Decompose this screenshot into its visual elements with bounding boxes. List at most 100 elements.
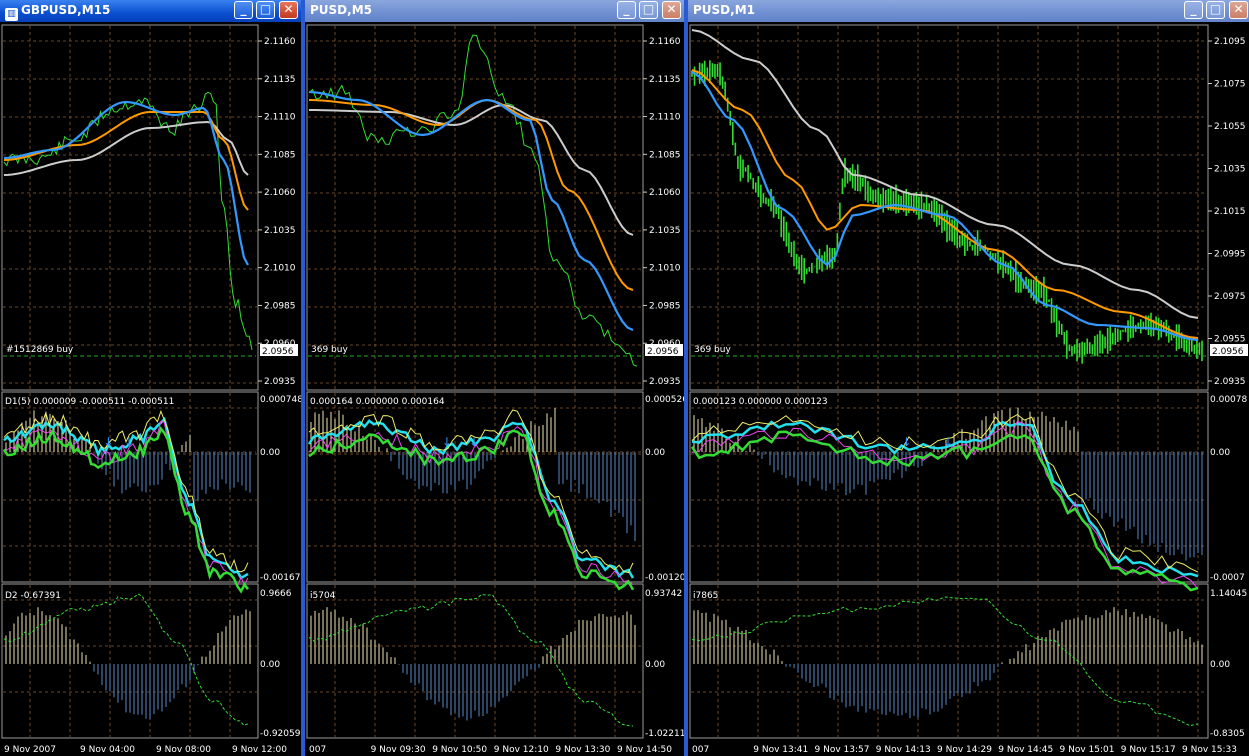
chart-canvas[interactable]: 2.1160 2.1135 2.1110 2.1085 2.1060 2.1035 2.10…	[305, 0, 684, 756]
price-label: 2.0935	[264, 377, 296, 387]
indicator1-scale-top: 0.00078	[1210, 395, 1247, 405]
price-line	[3, 91, 253, 351]
ma-slow-line	[309, 103, 634, 236]
order-label: #1512869 buy	[6, 345, 74, 355]
signal-arrow-icon: ↓	[124, 435, 134, 449]
price-label: 2.0935	[1214, 377, 1246, 387]
ma-slow-line	[3, 120, 249, 176]
time-label: 007	[309, 745, 326, 755]
indicator2-scale-bottom: -1.02211	[645, 729, 684, 739]
time-label: 9 Nov 09:30	[371, 745, 426, 755]
price-label: 2.0985	[264, 301, 296, 311]
current-price-label: 2.0956	[1212, 347, 1244, 357]
price-label: 2.1015	[1214, 207, 1246, 217]
time-label: 9 Nov 14:45	[998, 745, 1053, 755]
oscillator-magenta	[308, 426, 634, 585]
price-label: 2.1075	[1214, 80, 1246, 90]
signal-arrow-icon: ↓	[469, 435, 479, 449]
indicator2-label: i5704	[310, 591, 336, 601]
order-label: 369 buy	[694, 345, 731, 355]
price-label: 2.1085	[264, 150, 296, 160]
price-label: 2.1110	[649, 113, 681, 123]
indicator1-scale-zero: 0.00	[1210, 448, 1230, 458]
indicator1-scale-bottom: -0.00167	[260, 573, 300, 583]
price-label: 2.1055	[1214, 122, 1246, 132]
price-label: 2.1160	[649, 37, 681, 47]
indicator2-scale-top: 0.9666	[260, 589, 292, 599]
ma-fast-line	[3, 100, 249, 266]
price-label: 2.0995	[1214, 250, 1246, 260]
time-label: 9 Nov 14:50	[617, 745, 672, 755]
chart-canvas[interactable]: 2.1095 2.1075 2.1055 2.1035 2.1015 2.0995 2.09…	[688, 0, 1249, 756]
time-label: 9 Nov 12:00	[232, 745, 287, 755]
signal-arrow-icon: ↓	[943, 435, 953, 449]
ma-slow-line	[691, 29, 1199, 319]
price-label: 2.1135	[264, 75, 296, 85]
price-line	[308, 34, 638, 367]
indicator1-scale-top: 0.000748	[260, 395, 301, 405]
ma-fast-line	[308, 90, 634, 332]
signal-arrow-icon: ↓	[442, 435, 452, 449]
time-label: 007	[692, 745, 709, 755]
price-label: 2.1095	[1214, 37, 1246, 47]
price-label: 2.1010	[649, 264, 681, 274]
price-label: 2.0935	[649, 377, 681, 387]
time-label: 9 Nov 14:13	[876, 745, 931, 755]
order-label: 369 buy	[311, 345, 348, 355]
time-label: 9 Nov 08:00	[156, 745, 211, 755]
indicator1-scale-zero: 0.00	[260, 448, 280, 458]
indicator1-scale-bottom: -0.0007	[1210, 573, 1245, 583]
panel-frame	[1, 583, 259, 739]
price-label: 2.1110	[264, 113, 296, 123]
signal-arrow-icon: ↓	[103, 435, 113, 449]
time-label: 9 Nov 15:17	[1121, 745, 1176, 755]
panel-frame	[306, 583, 644, 739]
signal-arrow-icon: ↓	[901, 435, 911, 449]
indicator1-scale-bottom: -0.00120	[645, 573, 684, 583]
price-label: 2.1035	[1214, 165, 1246, 175]
time-label: 9 Nov 13:30	[555, 745, 610, 755]
chart-window-gbpusd-m15[interactable]: ▥ GBPUSD,M15 _ □ ✕ 2.1160 2.1135 2.1110 2.10…	[0, 0, 301, 756]
time-label: 9 Nov 12:10	[494, 745, 549, 755]
time-label: 9 Nov 2007	[4, 745, 56, 755]
indicator1-scale-top: 0.000526	[645, 395, 684, 405]
indicator2-scale-zero: 0.00	[260, 660, 280, 670]
indicator2-label: D2 -0.67391	[5, 591, 61, 601]
price-label: 2.0985	[649, 301, 681, 311]
time-label: 9 Nov 10:50	[432, 745, 487, 755]
time-label: 9 Nov 15:01	[1060, 745, 1115, 755]
price-label: 2.1035	[264, 226, 296, 236]
current-price-label: 2.0956	[647, 347, 679, 357]
chart-canvas[interactable]: 2.1160 2.1135 2.1110 2.1085 2.1060 2.1035 2.10…	[0, 0, 301, 756]
indicator2-scale-zero: 0.00	[1210, 660, 1230, 670]
price-label: 2.1035	[649, 226, 681, 236]
time-label: 9 Nov 13:57	[815, 745, 870, 755]
price-label: 2.1060	[649, 188, 681, 198]
price-label: 2.1135	[649, 75, 681, 85]
indicator2-scale-bottom: -0.92059	[260, 729, 301, 739]
indicator2-scale-zero: 0.00	[645, 660, 665, 670]
price-label: 2.1060	[264, 188, 296, 198]
price-label: 2.1010	[264, 264, 296, 274]
time-label: 9 Nov 13:41	[753, 745, 808, 755]
indicator1-label: 0.000123 0.000000 0.000123	[693, 397, 828, 407]
ma-mid-line	[308, 98, 634, 291]
chart-window-pusd-m5[interactable]: PUSD,M5 _ □ ✕ 2.1160 2.1135 2.1110 2.1085 2.…	[305, 0, 684, 756]
chart-window-pusd-m1[interactable]: PUSD,M1 _ □ ✕ 2.1095 2.1075 2.1055 2.1035 2.…	[688, 0, 1249, 756]
indicator2-scale-top: 1.14045	[1210, 589, 1247, 599]
time-label: 9 Nov 14:29	[937, 745, 992, 755]
panel-frame	[1, 24, 259, 391]
indicator1-scale-zero: 0.00	[645, 448, 665, 458]
price-label: 2.1160	[264, 37, 296, 47]
price-label: 2.0955	[1214, 335, 1246, 345]
indicator1-label: 0.000164 0.000000 0.000164	[310, 397, 445, 407]
indicator1-label: D1(5) 0.000009 -0.000511 -0.000511	[5, 397, 174, 407]
price-label: 2.1085	[649, 150, 681, 160]
indicator2-scale-bottom: -0.8305	[1210, 729, 1245, 739]
panel-frame	[306, 24, 644, 391]
time-label: 9 Nov 04:00	[80, 745, 135, 755]
price-label: 2.0975	[1214, 292, 1246, 302]
current-price-label: 2.0956	[262, 347, 294, 357]
indicator2-label: i7865	[693, 591, 718, 601]
panel-frame	[306, 391, 644, 583]
